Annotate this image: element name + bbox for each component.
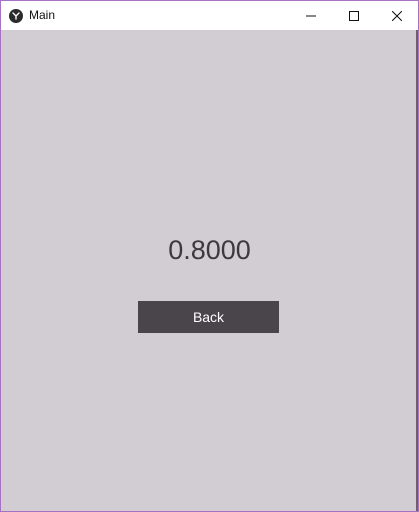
maximize-button[interactable]: [332, 1, 375, 30]
back-button[interactable]: Back: [138, 301, 279, 333]
main-content: 0.8000 Back: [1, 30, 418, 511]
minimize-icon: [305, 15, 316, 16]
title-area: Main: [1, 1, 55, 30]
title-bar[interactable]: Main: [1, 1, 418, 30]
window-title: Main: [29, 8, 56, 22]
window-controls: [289, 1, 418, 30]
maximize-icon: [348, 10, 359, 21]
kivy-logo-icon: [9, 8, 23, 23]
app-window: Main 0.8000 Back: [0, 0, 419, 512]
value-display: 0.8000: [168, 235, 251, 265]
window-edge: [416, 30, 418, 511]
close-button[interactable]: [375, 1, 418, 30]
close-icon: [391, 10, 402, 21]
minimize-button[interactable]: [289, 1, 332, 30]
